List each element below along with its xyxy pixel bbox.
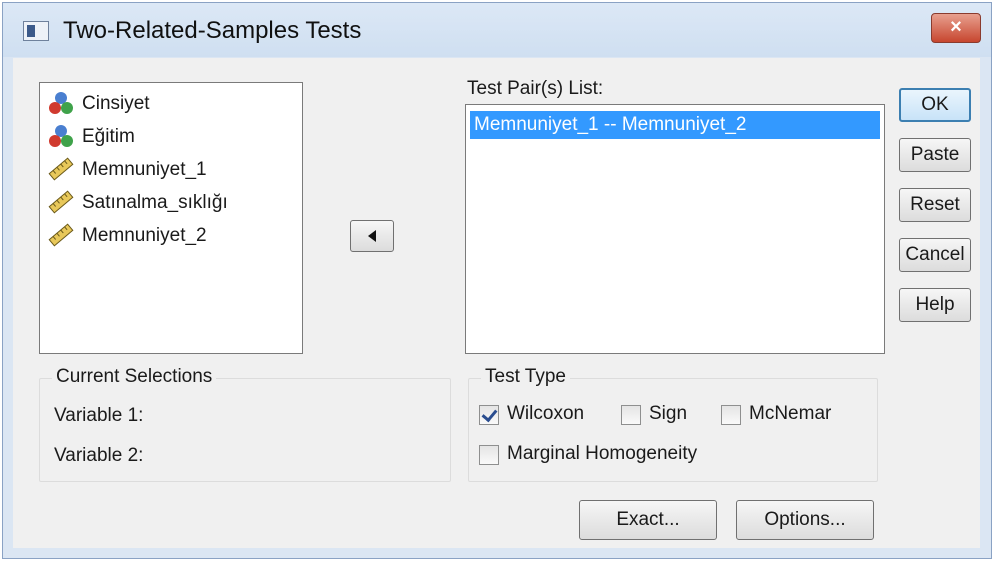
variable-item-satinalma-sikligi[interactable]: Satınalma_sıklığı: [40, 186, 302, 219]
dialog-window: Two-Related-Samples Tests × Cinsiyet Eği…: [2, 2, 992, 559]
current-selections-legend: Current Selections: [52, 366, 217, 388]
window-title: Two-Related-Samples Tests: [63, 17, 362, 44]
scale-ruler-icon: [48, 157, 74, 181]
variable-label: Eğitim: [82, 126, 135, 147]
cancel-button[interactable]: Cancel: [899, 238, 971, 272]
variable-item-memnuniyet-1[interactable]: Memnuniyet_1: [40, 153, 302, 186]
marginal-homogeneity-label[interactable]: Marginal Homogeneity: [507, 443, 697, 465]
test-pairs-list[interactable]: Memnuniyet_1 -- Memnuniyet_2: [465, 104, 885, 354]
variable-2-label: Variable 2:: [54, 445, 144, 466]
test-type-legend: Test Type: [481, 366, 570, 388]
test-pair-item[interactable]: Memnuniyet_1 -- Memnuniyet_2: [470, 111, 880, 139]
exact-button[interactable]: Exact...: [579, 500, 717, 540]
marginal-homogeneity-checkbox[interactable]: [479, 445, 499, 465]
test-type-group: Test Type Wilcoxon Sign McNemar Marginal…: [468, 366, 878, 482]
dialog-content: Cinsiyet Eğitim Memnuniyet_1 Satınalma_s…: [13, 58, 980, 548]
scale-ruler-icon: [48, 223, 74, 247]
scale-ruler-icon: [48, 190, 74, 214]
title-bar[interactable]: Two-Related-Samples Tests ×: [3, 3, 991, 57]
test-pairs-label: Test Pair(s) List:: [467, 78, 604, 99]
variable-item-cinsiyet[interactable]: Cinsiyet: [40, 87, 302, 120]
sign-label[interactable]: Sign: [649, 403, 687, 425]
nominal-icon: [49, 125, 73, 147]
variable-label: Memnuniyet_1: [82, 159, 207, 180]
reset-button[interactable]: Reset: [899, 188, 971, 222]
ok-button[interactable]: OK: [899, 88, 971, 122]
mcnemar-checkbox[interactable]: [721, 405, 741, 425]
variable-label: Cinsiyet: [82, 93, 150, 114]
arrow-left-icon: [368, 230, 376, 242]
paste-button[interactable]: Paste: [899, 138, 971, 172]
mcnemar-label[interactable]: McNemar: [749, 403, 831, 425]
nominal-icon: [49, 92, 73, 114]
spss-app-icon: [23, 21, 49, 41]
wilcoxon-label[interactable]: Wilcoxon: [507, 403, 584, 425]
close-button[interactable]: ×: [931, 13, 981, 43]
variable-item-egitim[interactable]: Eğitim: [40, 120, 302, 153]
source-variable-list[interactable]: Cinsiyet Eğitim Memnuniyet_1 Satınalma_s…: [39, 82, 303, 354]
sign-checkbox[interactable]: [621, 405, 641, 425]
current-selections-group: Current Selections Variable 1: Variable …: [39, 366, 451, 482]
variable-1-label: Variable 1:: [54, 405, 144, 426]
help-button[interactable]: Help: [899, 288, 971, 322]
options-button[interactable]: Options...: [736, 500, 874, 540]
variable-item-memnuniyet-2[interactable]: Memnuniyet_2: [40, 219, 302, 252]
variable-label: Satınalma_sıklığı: [82, 192, 228, 213]
wilcoxon-checkbox[interactable]: [479, 405, 499, 425]
variable-label: Memnuniyet_2: [82, 225, 207, 246]
move-variable-button[interactable]: [350, 220, 394, 252]
